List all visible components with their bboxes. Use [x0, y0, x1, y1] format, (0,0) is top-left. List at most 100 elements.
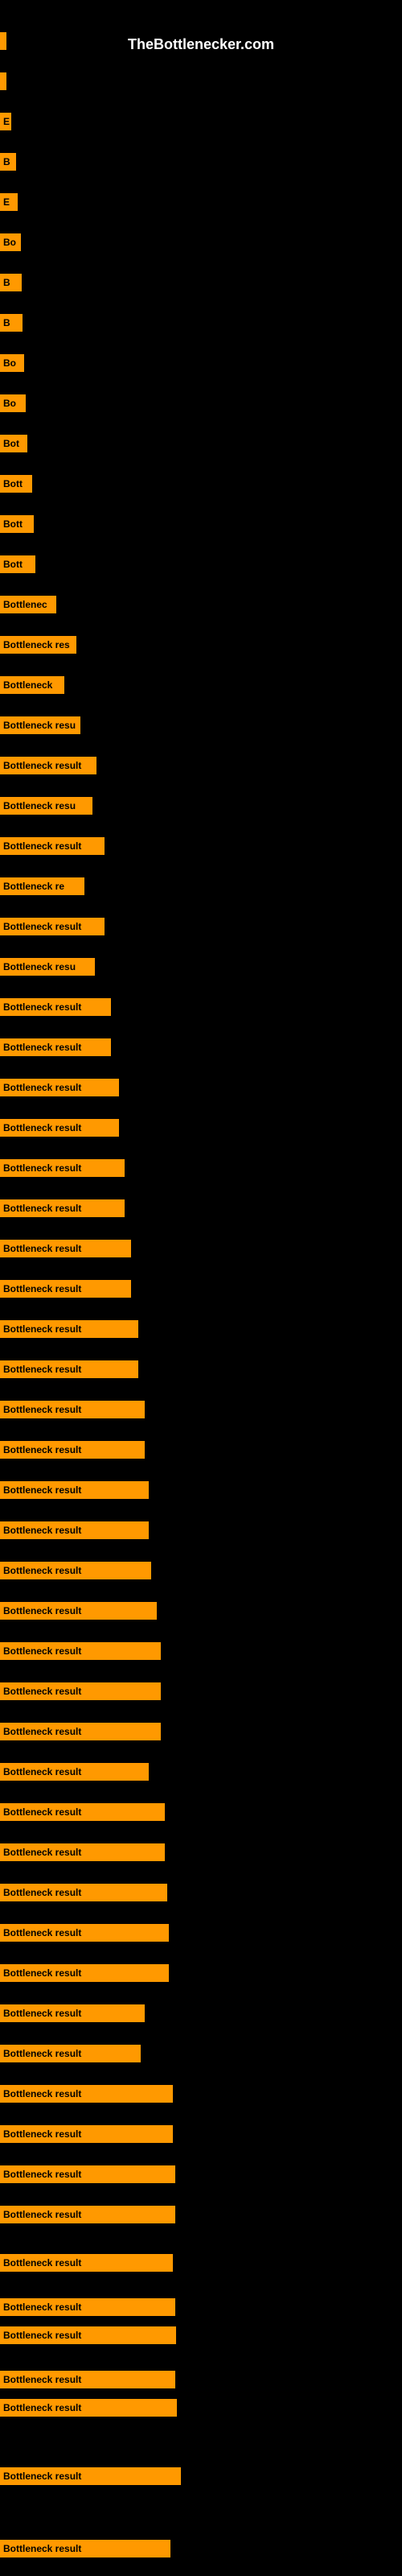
bar-row: Bottleneck result [0, 1602, 402, 1620]
bar-label: Bottleneck result [0, 837, 105, 855]
bar-row: Bottleneck res [0, 636, 402, 654]
bar-label: Bottleneck result [0, 1038, 111, 1056]
bar-label-text: Bo [3, 398, 16, 409]
bar-label: Bottlenec [0, 596, 56, 613]
bar-label: Bott [0, 555, 35, 573]
bar-label-text: Bottleneck result [3, 2128, 81, 2140]
bar-label: Bottleneck result [0, 2165, 175, 2183]
bar-row: Bottleneck result [0, 1159, 402, 1177]
bar-label: Bottleneck result [0, 2467, 181, 2485]
bar-label: Bo [0, 354, 24, 372]
bar-label: Bottleneck result [0, 1079, 119, 1096]
bar-row: Bottleneck result [0, 2165, 402, 2183]
bar-label: Bottleneck result [0, 2371, 175, 2388]
bar-label-text: Bottleneck result [3, 2088, 81, 2099]
bar-row: Bottleneck result [0, 1079, 402, 1096]
bar-label: Bottleneck result [0, 2206, 175, 2223]
bar-label-text: Bottleneck result [3, 2008, 81, 2019]
bar-label: Bottleneck result [0, 1803, 165, 1821]
bar-label-text: Bottleneck result [3, 1525, 81, 1536]
bar-row: Bottleneck [0, 676, 402, 694]
bar-label: Bottleneck result [0, 1723, 161, 1740]
bar-label-text: Bottleneck result [3, 1042, 81, 1053]
bar-label-text: Bottleneck result [3, 1565, 81, 1576]
bar-row: Bottleneck result [0, 2125, 402, 2143]
bar-label-text: Bottleneck result [3, 1283, 81, 1294]
bar-row: Bo [0, 394, 402, 412]
bar-label-text: Bottleneck resu [3, 800, 76, 811]
bar-label-text: Bottleneck result [3, 1364, 81, 1375]
bar-row: Bottleneck result [0, 1642, 402, 1660]
bar-label-text: B [3, 156, 10, 167]
bar-label: Bottleneck result [0, 1521, 149, 1539]
bar-label: Bottleneck result [0, 1884, 167, 1901]
bar-label-text: Bottleneck result [3, 2374, 81, 2385]
bar-label: Bottleneck result [0, 1642, 161, 1660]
bar-label-text: Bottleneck result [3, 2209, 81, 2220]
bar-label-text: Bottleneck result [3, 1927, 81, 1938]
bar-row: Bottleneck result [0, 1763, 402, 1781]
bar-label: B [0, 153, 16, 171]
bar-label-text: Bottleneck result [3, 1726, 81, 1737]
bar-row: E [0, 113, 402, 130]
bar-row: Bottleneck result [0, 1964, 402, 1982]
bar-row: Bottleneck result [0, 1521, 402, 1539]
bar-label: Bottleneck result [0, 1360, 138, 1378]
bar-row: Bottleneck result [0, 1360, 402, 1378]
bar-label-text: Bott [3, 518, 23, 530]
bar-row: Bottleneck result [0, 2206, 402, 2223]
bar-label-text: Bo [3, 357, 16, 369]
bar-label: Bottleneck result [0, 1562, 151, 1579]
bar-row: Bottleneck result [0, 1320, 402, 1338]
bar-label: Bottleneck result [0, 1159, 125, 1177]
bar-label: Bottleneck result [0, 1964, 169, 1982]
bar-row: Bottleneck result [0, 757, 402, 774]
bar-label: Bo [0, 233, 21, 251]
bar-label-text: B [3, 317, 10, 328]
bar-row: E [0, 193, 402, 211]
bar-row: Bottleneck result [0, 2371, 402, 2388]
bar-label: Bottleneck result [0, 1240, 131, 1257]
bar-label-text: Bottleneck result [3, 1323, 81, 1335]
bar-label-text: Bottleneck result [3, 1847, 81, 1858]
bar-label-text: Bottleneck result [3, 2301, 81, 2313]
bar-label: Bottleneck result [0, 1199, 125, 1217]
bar-label-text: E [3, 116, 10, 127]
bar-label: Bottleneck result [0, 1119, 119, 1137]
bar-label: Bottleneck result [0, 757, 96, 774]
bar-label: Bottleneck result [0, 2045, 141, 2062]
bar-label: Bottleneck [0, 676, 64, 694]
bar-row: Bottleneck result [0, 2085, 402, 2103]
bar-label: Bottleneck result [0, 1401, 145, 1418]
bar-label-text: Bottleneck result [3, 2048, 81, 2059]
bar-label: Bo [0, 394, 26, 412]
bar-row: Bottleneck result [0, 998, 402, 1016]
bar-label-text: Bottleneck result [3, 2543, 81, 2554]
bar-row: Bottleneck result [0, 2399, 402, 2417]
bar-label-text: Bottleneck result [3, 2330, 81, 2341]
bar-label-text: Bottleneck result [3, 1122, 81, 1133]
bar-row: Bottleneck result [0, 1441, 402, 1459]
bar-label-text: Bottleneck result [3, 1686, 81, 1697]
bar-label-text: Bottleneck result [3, 1203, 81, 1214]
bar-row: Bot [0, 435, 402, 452]
bar-row: Bottleneck result [0, 1884, 402, 1901]
bar-label: Bottleneck res [0, 636, 76, 654]
bar-label-text: Bottleneck result [3, 1766, 81, 1777]
bar-label-text: Bottleneck result [3, 2402, 81, 2413]
bar-label-text: Bottleneck re [3, 881, 64, 892]
bar-label-text: Bottleneck result [3, 1967, 81, 1979]
bar-row: Bottleneck result [0, 837, 402, 855]
bar-label: B [0, 314, 23, 332]
bar-label-text: Bottleneck result [3, 1162, 81, 1174]
bar-label-text: Bottleneck result [3, 2257, 81, 2268]
bar-label-text: Bottleneck result [3, 1605, 81, 1616]
chart-area: TheBottlenecker.com EBEBoBBBoBoBotBottBo… [0, 0, 402, 2576]
bar-row: Bott [0, 515, 402, 533]
bar-label: B [0, 274, 22, 291]
bar-row: Bottleneck result [0, 2004, 402, 2022]
bar-label: Bott [0, 475, 32, 493]
bar-label-text: Bottlenec [3, 599, 47, 610]
bar-label: Bottleneck result [0, 2540, 170, 2557]
bar-label-text: Bottleneck result [3, 1001, 81, 1013]
